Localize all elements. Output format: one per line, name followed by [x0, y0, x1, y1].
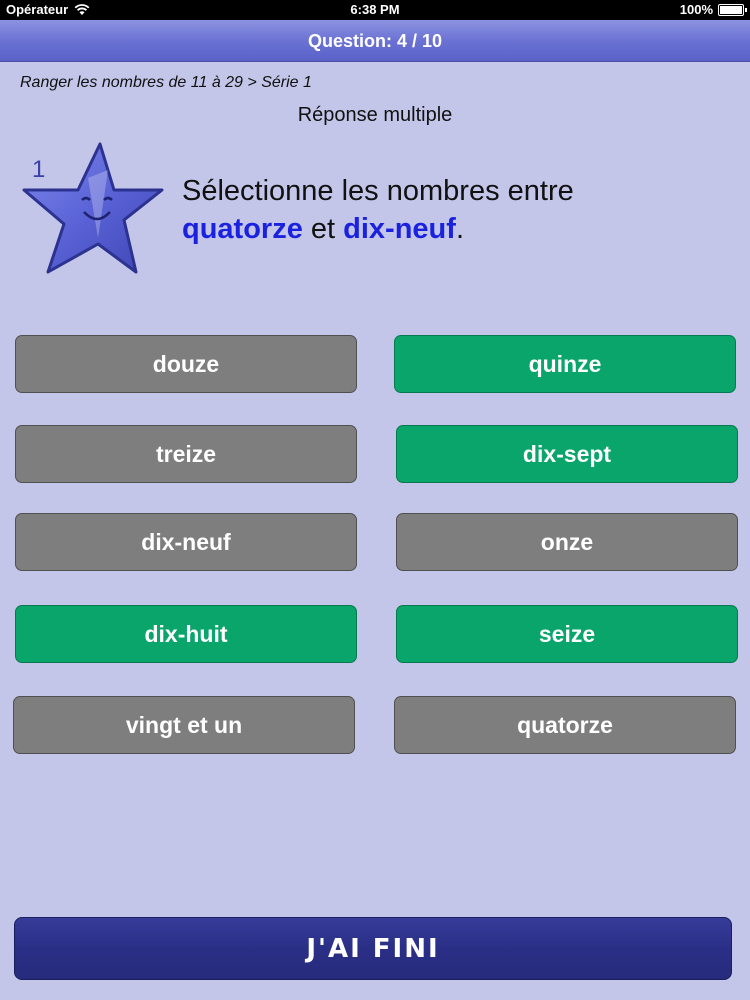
answer-button-dix-neuf[interactable]: dix-neuf	[15, 513, 357, 571]
answer-button-onze[interactable]: onze	[396, 513, 738, 571]
question-suffix: .	[455, 213, 464, 245]
nav-bar: Question: 4 / 10	[0, 20, 750, 62]
answer-button-vingt-et-un[interactable]: vingt et un	[13, 696, 355, 754]
battery-percent: 100%	[679, 2, 713, 17]
answer-button-douze[interactable]: douze	[15, 335, 357, 393]
question-term-2: dix-neuf	[343, 213, 456, 245]
star-mascot: 1	[18, 138, 168, 283]
answer-button-dix-huit[interactable]: dix-huit	[15, 605, 357, 663]
answer-button-dix-sept[interactable]: dix-sept	[396, 425, 738, 483]
question-term-1: quatorze	[182, 213, 303, 245]
answer-button-quatorze[interactable]: quatorze	[394, 696, 736, 754]
question-text: Sélectionne les nombres entre quatorze e…	[182, 172, 722, 248]
status-bar: Opérateur 6:38 PM 100%	[0, 0, 750, 20]
breadcrumb: Ranger les nombres de 11 à 29 > Série 1	[20, 74, 312, 91]
question-prefix: Sélectionne les nombres entre	[182, 175, 574, 207]
answer-button-seize[interactable]: seize	[396, 605, 738, 663]
finish-button[interactable]: J'AI FINI	[14, 917, 732, 980]
answer-button-treize[interactable]: treize	[15, 425, 357, 483]
mode-label: Réponse multiple	[297, 104, 453, 126]
clock: 6:38 PM	[350, 2, 400, 17]
question-mid: et	[310, 213, 336, 245]
battery-group: 100%	[679, 2, 747, 17]
question-counter: Question: 4 / 10	[307, 31, 443, 51]
star-number: 1	[32, 156, 46, 183]
battery-icon	[718, 3, 747, 16]
answer-button-quinze[interactable]: quinze	[394, 335, 736, 393]
